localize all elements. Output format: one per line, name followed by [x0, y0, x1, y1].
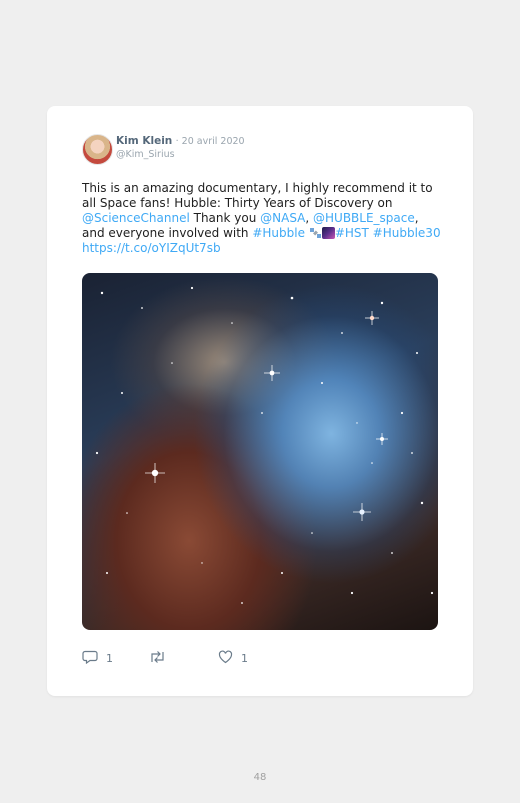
- tweet-text-part1: This is an amazing documentary, I highly…: [82, 181, 433, 210]
- reply-action[interactable]: 1: [82, 650, 113, 667]
- page-number: 48: [253, 772, 267, 783]
- avatar[interactable]: [82, 134, 113, 165]
- tweet-text: This is an amazing documentary, I highly…: [82, 181, 442, 256]
- retweet-icon[interactable]: [149, 650, 166, 667]
- reply-icon[interactable]: [82, 650, 98, 667]
- like-count: 1: [241, 652, 248, 665]
- tweet-card: Kim Klein · 20 avril 2020 @Kim_Sirius Th…: [47, 106, 473, 696]
- milky-way-emoji-icon: [321, 227, 335, 239]
- tweet-actions: 1 1: [82, 650, 282, 668]
- tweet-date[interactable]: · 20 avril 2020: [176, 136, 245, 147]
- retweet-action[interactable]: [149, 650, 166, 667]
- heart-icon[interactable]: [218, 650, 233, 667]
- tweet-image[interactable]: [82, 273, 438, 630]
- hashtag-hubble[interactable]: #Hubble: [252, 226, 305, 240]
- tweet-text-comma: ,: [305, 211, 314, 225]
- mention-hubble-space[interactable]: @HUBBLE_space: [313, 211, 415, 225]
- hashtag-hubble30[interactable]: #Hubble30: [373, 226, 441, 240]
- mention-nasa[interactable]: @NASA: [260, 211, 305, 225]
- satellite-emoji-icon: [309, 227, 322, 239]
- hashtag-hst[interactable]: #HST: [335, 226, 369, 240]
- nebula-stars: [95, 286, 434, 604]
- tweet-short-link[interactable]: https://t.co/oYIZqUt7sb: [82, 241, 221, 255]
- tweet-header: Kim Klein · 20 avril 2020: [116, 135, 245, 147]
- reply-count: 1: [106, 652, 113, 665]
- author-name[interactable]: Kim Klein: [116, 135, 172, 147]
- like-action[interactable]: 1: [218, 650, 248, 667]
- author-handle[interactable]: @Kim_Sirius: [116, 149, 175, 160]
- tweet-text-part2: Thank you: [189, 211, 261, 225]
- mention-sciencechannel[interactable]: @ScienceChannel: [82, 211, 190, 225]
